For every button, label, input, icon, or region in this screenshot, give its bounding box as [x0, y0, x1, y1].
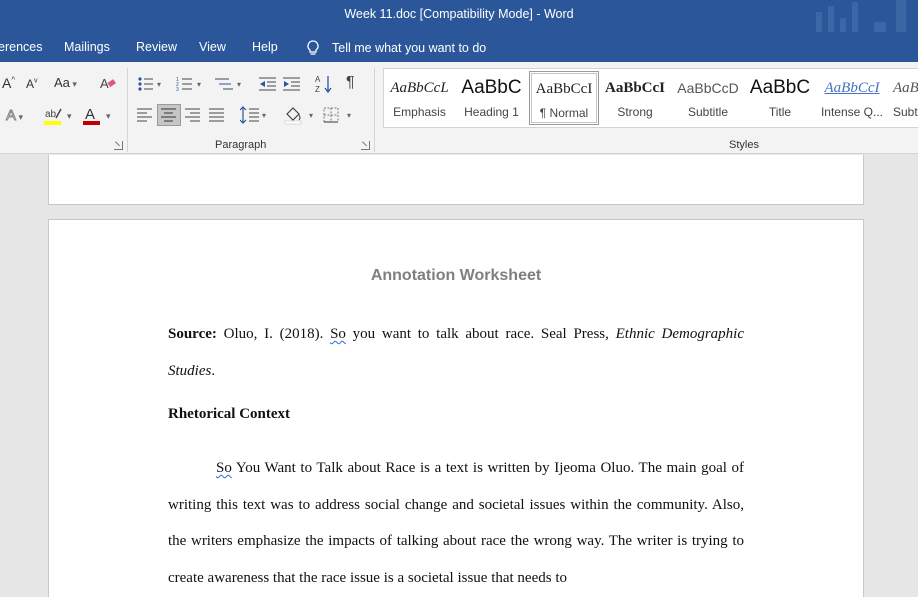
document-canvas[interactable]: Annotation Worksheet Source: Oluo, I. (2… — [0, 155, 918, 597]
change-case-button[interactable]: Aa ▾ — [54, 75, 77, 90]
line-spacing-button[interactable]: ▾ — [240, 106, 270, 124]
svg-text:▾: ▾ — [309, 111, 313, 120]
spelling-flag[interactable]: So — [216, 460, 232, 476]
window-title: Week 11.doc [Compatibility Mode] - Word — [344, 7, 574, 21]
align-left-icon — [137, 108, 152, 122]
document-page[interactable]: Annotation Worksheet Source: Oluo, I. (2… — [48, 219, 864, 597]
svg-text:3: 3 — [176, 87, 179, 92]
svg-text:A: A — [100, 76, 109, 91]
font-dialog-launcher-icon[interactable] — [114, 141, 123, 150]
align-right-button[interactable] — [185, 108, 201, 122]
group-separator — [374, 68, 375, 152]
style-strong[interactable]: AaBbCcI Strong — [599, 71, 671, 125]
svg-text:▾: ▾ — [262, 111, 266, 120]
text-effects-button[interactable]: A ▾ — [5, 107, 23, 125]
styles-gallery: AaBbCcL Emphasis AaBbC Heading 1 AaBbCcI… — [383, 68, 918, 128]
title-bar-decoration — [808, 0, 918, 32]
show-formatting-marks-button[interactable]: ¶ — [346, 74, 355, 92]
paragraph-dialog-launcher-icon[interactable] — [361, 141, 370, 150]
tell-me-search[interactable]: Tell me what you want to do — [304, 39, 486, 57]
style-subtitle[interactable]: AaBbCcD Subtitle — [672, 71, 744, 125]
spelling-flag[interactable]: So — [330, 326, 346, 342]
justify-icon — [209, 108, 224, 122]
shrink-font-button[interactable]: Av — [26, 76, 38, 91]
highlight-icon: ab — [44, 108, 62, 125]
document-title: Annotation Worksheet — [370, 267, 542, 284]
increase-indent-button[interactable] — [283, 76, 301, 92]
borders-icon: ▾ — [323, 107, 351, 123]
shading-button[interactable]: ▾ — [284, 105, 318, 125]
section-heading: Rhetorical Context — [168, 406, 291, 422]
numbering-icon: 1 2 3 ▾ — [176, 77, 201, 92]
font-color-button[interactable]: A — [83, 106, 101, 126]
style-subtle[interactable]: AaBbC Subtl — [889, 71, 918, 125]
ribbon: A^ Av Aa ▾ A A ▾ ab ▾ A ▾ ▾ 1 2 3 ▾ ▾ A … — [0, 62, 918, 154]
pilcrow-icon: ¶ — [346, 74, 355, 91]
tab-view[interactable]: View — [199, 40, 226, 54]
multilevel-list-icon: ▾ — [215, 78, 241, 90]
ribbon-tab-bar: erences Mailings Review View Help Tell m… — [0, 32, 918, 62]
highlight-dropdown[interactable]: ▾ — [67, 111, 72, 122]
align-left-button[interactable] — [137, 108, 153, 122]
tell-me-label: Tell me what you want to do — [332, 41, 487, 55]
style-intense-quote[interactable]: AaBbCcI Intense Q... — [816, 71, 888, 125]
text-effects-icon: A — [5, 107, 17, 125]
sort-button[interactable]: A Z — [315, 74, 333, 94]
shading-icon: ▾ — [284, 107, 313, 125]
tab-review[interactable]: Review — [136, 40, 177, 54]
style-normal[interactable]: AaBbCcI ¶ Normal — [529, 71, 599, 125]
grow-font-button[interactable]: A^ — [2, 75, 15, 91]
clear-formatting-icon: A — [100, 76, 116, 91]
sort-icon: A Z — [315, 75, 332, 94]
group-separator — [127, 68, 128, 152]
font-color-icon: A — [83, 106, 100, 125]
tab-help[interactable]: Help — [252, 40, 278, 54]
decrease-indent-icon — [259, 77, 276, 91]
multilevel-list-button[interactable]: ▾ — [215, 76, 245, 92]
line-spacing-icon: ▾ — [240, 106, 266, 124]
align-center-button[interactable] — [157, 104, 181, 126]
source-label: Source: — [168, 326, 217, 342]
tab-references[interactable]: erences — [0, 40, 42, 54]
style-emphasis[interactable]: AaBbCcL Emphasis — [384, 71, 455, 125]
body-paragraph: So You Want to Talk about Race is a text… — [168, 460, 744, 586]
title-bar: Week 11.doc [Compatibility Mode] - Word — [0, 0, 918, 32]
bullets-icon: ▾ — [138, 77, 161, 91]
font-color-dropdown[interactable]: ▾ — [106, 111, 111, 122]
svg-text:▾: ▾ — [237, 80, 241, 89]
svg-text:▾: ▾ — [347, 111, 351, 120]
numbering-button[interactable]: 1 2 3 ▾ — [176, 76, 206, 92]
style-title[interactable]: AaBbC Title — [744, 71, 816, 125]
styles-group-label: Styles — [729, 139, 759, 151]
svg-text:A: A — [85, 106, 95, 123]
clear-formatting-button[interactable]: A — [99, 74, 117, 92]
highlight-color-button[interactable]: ab — [44, 106, 66, 126]
borders-button[interactable]: ▾ — [323, 107, 357, 125]
decrease-indent-button[interactable] — [259, 76, 277, 92]
svg-text:A: A — [315, 75, 321, 84]
align-right-icon — [185, 108, 200, 122]
svg-text:ab: ab — [45, 109, 57, 120]
justify-button[interactable] — [209, 108, 225, 122]
bullets-button[interactable]: ▾ — [137, 76, 165, 92]
style-heading-1[interactable]: AaBbC Heading 1 — [455, 71, 528, 125]
source-citation: Source: Oluo, I. (2018). So you want to … — [168, 326, 744, 379]
svg-text:▾: ▾ — [157, 80, 161, 89]
svg-text:Z: Z — [315, 85, 320, 94]
lightbulb-icon — [307, 40, 319, 55]
svg-text:▾: ▾ — [197, 80, 201, 89]
align-center-icon — [161, 108, 176, 122]
increase-indent-icon — [283, 77, 300, 91]
paragraph-group-label: Paragraph — [215, 139, 267, 151]
previous-page-bottom — [48, 155, 864, 205]
tab-mailings[interactable]: Mailings — [64, 40, 110, 54]
